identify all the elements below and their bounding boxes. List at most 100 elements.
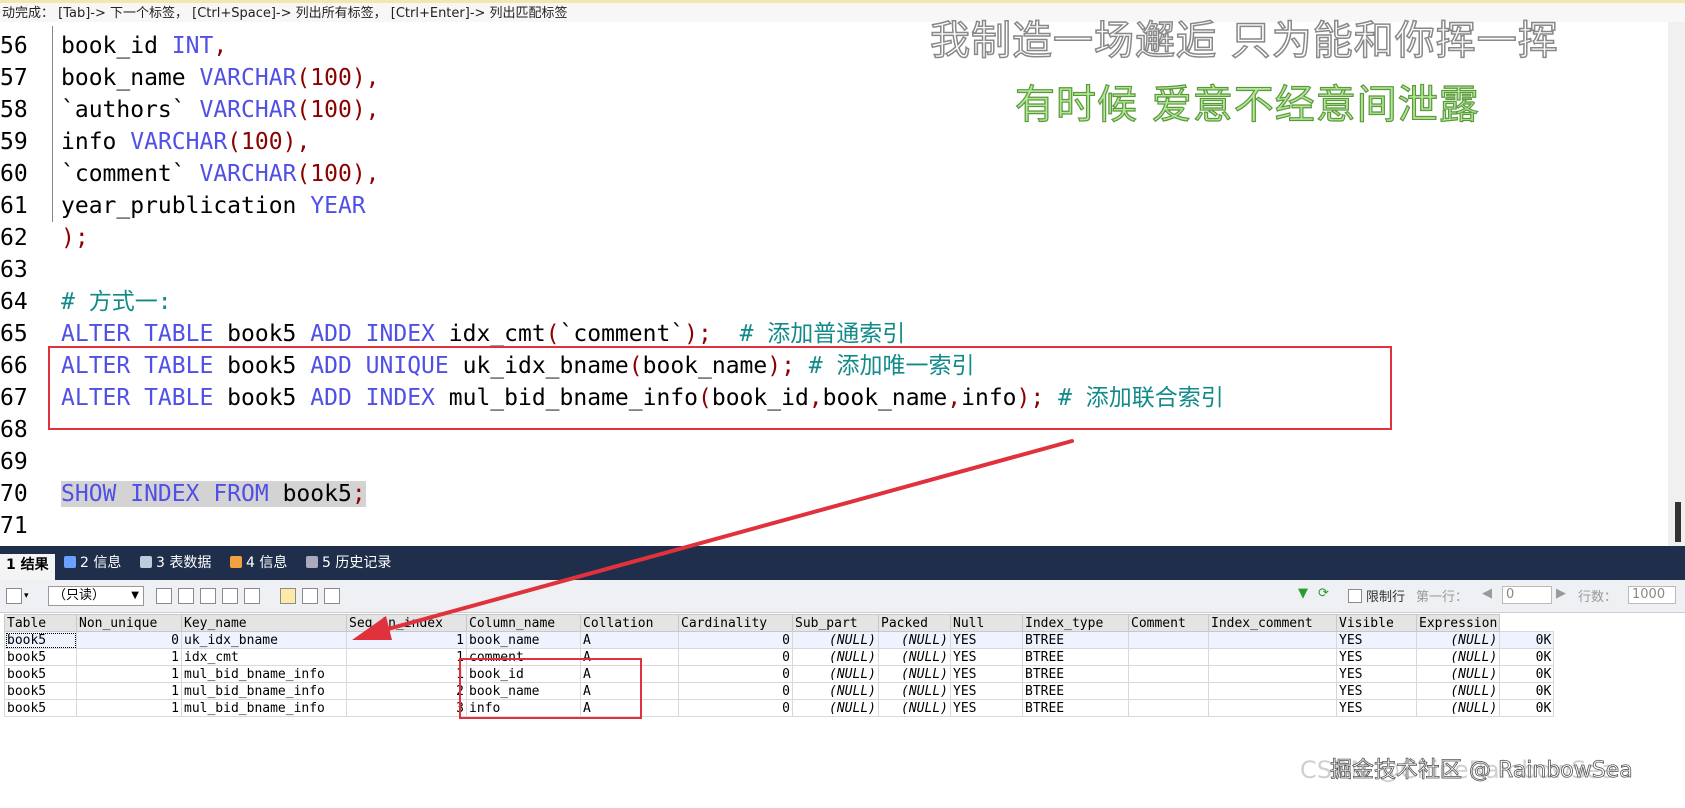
table-cell[interactable]: A bbox=[580, 631, 679, 649]
table-cell[interactable]: YES bbox=[950, 631, 1023, 649]
table-cell[interactable]: book5 bbox=[4, 699, 77, 717]
table-cell[interactable]: 0K bbox=[1499, 699, 1555, 717]
table-cell[interactable]: book_name bbox=[466, 631, 581, 649]
table-cell[interactable]: (NULL) bbox=[1415, 648, 1501, 666]
table-cell[interactable]: 1 bbox=[76, 682, 182, 700]
table-cell[interactable]: YES bbox=[950, 699, 1023, 717]
cancel-button[interactable] bbox=[244, 588, 260, 604]
table-cell[interactable]: YES bbox=[1336, 631, 1417, 649]
table-cell[interactable]: (NULL) bbox=[1415, 699, 1501, 717]
column-header[interactable]: Null bbox=[950, 614, 1023, 632]
editor-vertical-scrollbar[interactable] bbox=[1668, 22, 1685, 546]
code-line[interactable]: 60 `comment` VARCHAR(100), bbox=[0, 158, 1685, 190]
code-line[interactable]: 70 SHOW INDEX FROM book5; bbox=[0, 478, 1685, 510]
rows-input[interactable]: 1000 bbox=[1628, 586, 1676, 604]
table-cell[interactable]: (NULL) bbox=[878, 682, 951, 700]
table-cell[interactable] bbox=[1208, 682, 1337, 700]
table-row[interactable]: book5 0 uk_idx_bname 1 book_name A 0 (NULL) (NUL… bbox=[4, 631, 1555, 649]
table-cell[interactable]: 1 bbox=[346, 631, 467, 649]
table-cell[interactable]: BTREE bbox=[1022, 665, 1129, 683]
prev-page-icon[interactable]: ◀ bbox=[1482, 586, 1492, 606]
table-cell[interactable]: (NULL) bbox=[1415, 682, 1501, 700]
table-row[interactable]: book5 1 idx_cmt 1 comment A 0 (NULL) (NULL) YES BT… bbox=[4, 648, 1555, 666]
table-cell[interactable]: YES bbox=[1336, 682, 1417, 700]
table-cell[interactable]: YES bbox=[1336, 699, 1417, 717]
column-header[interactable]: Index_comment bbox=[1208, 614, 1337, 632]
table-cell[interactable]: 1 bbox=[346, 648, 467, 666]
table-row[interactable]: book5 1 mul_bid_bname_info 3 info A 0 (NULL) (NU… bbox=[4, 699, 1555, 717]
table-cell[interactable]: 0K bbox=[1499, 665, 1555, 683]
table-row[interactable]: book5 1 mul_bid_bname_info 2 book_name A 0 (NUL… bbox=[4, 682, 1555, 700]
code-line[interactable]: 61 year_prublication YEAR bbox=[0, 190, 1685, 222]
code-line[interactable]: 59 info VARCHAR(100), bbox=[0, 126, 1685, 158]
column-header[interactable]: Table bbox=[4, 614, 77, 632]
tab-result-4[interactable]: 4 信息 bbox=[224, 552, 293, 578]
duplicate-row-button[interactable] bbox=[178, 588, 194, 604]
table-cell[interactable]: (NULL) bbox=[878, 631, 951, 649]
table-cell[interactable]: 3 bbox=[346, 699, 467, 717]
table-cell[interactable]: (NULL) bbox=[1415, 665, 1501, 683]
table-cell[interactable]: 0 bbox=[678, 682, 793, 700]
copy-row-button[interactable] bbox=[156, 588, 172, 604]
form-view-button[interactable] bbox=[302, 588, 318, 604]
table-cell[interactable]: 2 bbox=[346, 682, 467, 700]
code-line[interactable]: 71 bbox=[0, 510, 1685, 542]
first-row-input[interactable]: 0 bbox=[1502, 586, 1552, 604]
table-cell[interactable]: mul_bid_bname_info bbox=[181, 682, 347, 700]
table-cell[interactable]: BTREE bbox=[1022, 699, 1129, 717]
table-cell[interactable] bbox=[1128, 665, 1209, 683]
table-cell[interactable]: (NULL) bbox=[878, 665, 951, 683]
table-cell[interactable]: 1 bbox=[76, 665, 182, 683]
result-grid[interactable]: Table Non_unique Key_name Seq_in_index Colum… bbox=[4, 614, 1555, 717]
table-cell[interactable]: YES bbox=[950, 682, 1023, 700]
column-header[interactable]: Column_name bbox=[466, 614, 581, 632]
table-cell[interactable] bbox=[1208, 699, 1337, 717]
table-cell[interactable]: 1 bbox=[76, 648, 182, 666]
table-cell[interactable]: uk_idx_bname bbox=[181, 631, 347, 649]
column-header[interactable]: Sub_part bbox=[792, 614, 879, 632]
limit-rows-checkbox[interactable] bbox=[1348, 589, 1362, 603]
table-cell[interactable] bbox=[1128, 699, 1209, 717]
table-cell[interactable]: 0 bbox=[678, 699, 793, 717]
tab-result-1[interactable]: 1 结果 bbox=[0, 554, 55, 580]
filter-icon[interactable]: ▼ bbox=[1298, 586, 1308, 606]
grid-view-button[interactable] bbox=[280, 588, 296, 604]
table-cell[interactable] bbox=[1128, 631, 1209, 649]
table-row[interactable]: book5 1 mul_bid_bname_info 1 book_id A 0 (NULL)… bbox=[4, 665, 1555, 683]
table-cell[interactable]: (NULL) bbox=[792, 665, 879, 683]
table-cell[interactable]: 0 bbox=[76, 631, 182, 649]
save-button[interactable] bbox=[200, 588, 216, 604]
column-header[interactable]: Collation bbox=[580, 614, 679, 632]
text-view-button[interactable] bbox=[324, 588, 340, 604]
next-page-icon[interactable]: ▶ bbox=[1556, 586, 1566, 606]
export-dropdown-icon[interactable]: ▾ bbox=[24, 588, 36, 604]
code-line[interactable]: 63 bbox=[0, 254, 1685, 286]
table-cell[interactable]: (NULL) bbox=[792, 631, 879, 649]
table-cell[interactable]: (NULL) bbox=[792, 682, 879, 700]
table-cell[interactable] bbox=[1208, 665, 1337, 683]
table-cell[interactable] bbox=[1128, 682, 1209, 700]
table-cell[interactable] bbox=[1128, 648, 1209, 666]
column-header[interactable]: Cardinality bbox=[678, 614, 793, 632]
table-cell[interactable]: 0 bbox=[678, 665, 793, 683]
code-line[interactable]: 64 # 方式一: bbox=[0, 286, 1685, 318]
table-cell[interactable]: YES bbox=[1336, 648, 1417, 666]
table-cell[interactable]: BTREE bbox=[1022, 631, 1129, 649]
table-cell[interactable]: book5 bbox=[4, 631, 77, 649]
table-cell[interactable]: (NULL) bbox=[792, 648, 879, 666]
table-cell[interactable]: book5 bbox=[4, 682, 77, 700]
scrollbar-thumb[interactable] bbox=[1675, 502, 1681, 542]
code-line[interactable]: 69 bbox=[0, 446, 1685, 478]
delete-button[interactable] bbox=[222, 588, 238, 604]
table-cell[interactable]: 0 bbox=[678, 648, 793, 666]
export-button[interactable] bbox=[6, 588, 22, 604]
column-header[interactable]: Packed bbox=[878, 614, 951, 632]
table-cell[interactable]: BTREE bbox=[1022, 682, 1129, 700]
table-cell[interactable]: 1 bbox=[346, 665, 467, 683]
column-header[interactable]: Comment bbox=[1128, 614, 1209, 632]
table-cell[interactable]: (NULL) bbox=[1415, 631, 1501, 649]
refresh-icon[interactable]: ⟳ bbox=[1318, 586, 1329, 606]
table-cell[interactable]: mul_bid_bname_info bbox=[181, 699, 347, 717]
table-cell[interactable] bbox=[1208, 648, 1337, 666]
tab-result-5[interactable]: 5 历史记录 bbox=[300, 552, 397, 578]
